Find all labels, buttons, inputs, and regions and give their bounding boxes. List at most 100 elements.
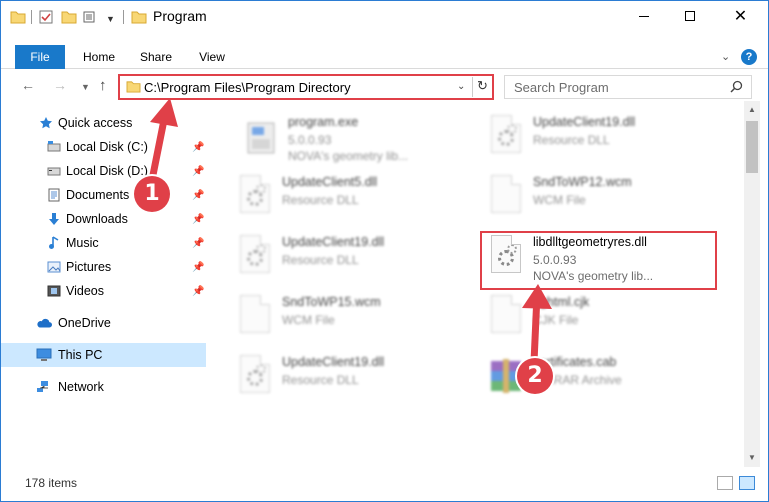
- documents-icon: [46, 187, 62, 203]
- item-count: 178 items: [25, 476, 78, 490]
- file-item[interactable]: program.exe 5.0.0.93 NOVA's geometry lib…: [236, 109, 468, 165]
- tab-home[interactable]: Home: [75, 45, 123, 69]
- pin-icon: 📌: [192, 261, 205, 273]
- large-icons-view-icon[interactable]: [739, 476, 755, 490]
- minimize-button[interactable]: [621, 1, 667, 31]
- sidebar-item-label: This PC: [58, 348, 103, 362]
- dll-icon: [234, 235, 276, 279]
- sidebar-item-videos[interactable]: Videos 📌: [1, 279, 206, 303]
- sidebar-item-label: Quick access: [58, 116, 133, 130]
- file-icon: [485, 295, 527, 339]
- file-item[interactable]: SndToWP12.wcm WCM File: [481, 169, 713, 225]
- file-item[interactable]: UpdateClient19.dll Resource DLL: [230, 229, 462, 285]
- file-name: SndToWP15.wcm: [282, 295, 381, 309]
- window-folder-icon: [131, 9, 147, 25]
- address-separator: [472, 77, 473, 97]
- music-icon: [46, 235, 62, 251]
- tab-file[interactable]: File: [15, 45, 65, 69]
- tab-view[interactable]: View: [189, 45, 235, 69]
- search-icon[interactable]: [730, 80, 743, 96]
- scrollbar-thumb[interactable]: [746, 121, 758, 173]
- pin-icon: 📌: [192, 237, 205, 249]
- file-name: UpdateClient5.dll: [282, 175, 378, 189]
- explorer-window: ▼ Program ✕ File Home Share View ⌄ ? ← →…: [0, 0, 769, 502]
- file-type: Resource DLL: [282, 193, 359, 207]
- file-item[interactable]: UpdateClient5.dll Resource DLL: [230, 169, 462, 225]
- rename-icon[interactable]: [83, 9, 99, 25]
- sidebar-item-label: Local Disk (D:): [66, 164, 148, 178]
- customize-toolbar-chevron-icon[interactable]: ▼: [106, 11, 115, 27]
- file-type: WCM File: [282, 313, 335, 327]
- search-box[interactable]: Search Program: [504, 75, 752, 99]
- sidebar-item-label: Videos: [66, 284, 104, 298]
- file-highlight-box: [480, 231, 717, 290]
- network-icon: [36, 379, 52, 395]
- sidebar-item-local-disk-d[interactable]: Local Disk (D:) 📌: [1, 159, 206, 183]
- file-icon: [234, 295, 276, 339]
- sidebar-item-downloads[interactable]: Downloads 📌: [1, 207, 206, 231]
- sidebar-item-label: Local Disk (C:): [66, 140, 148, 154]
- file-item[interactable]: certificates.cab WinRAR Archive: [481, 349, 713, 405]
- dll-icon: [234, 355, 276, 399]
- address-bar[interactable]: C:\Program Files\Program Directory ⌄ ↻: [118, 74, 494, 100]
- forward-arrow-icon[interactable]: →: [53, 77, 67, 97]
- sidebar-item-documents[interactable]: Documents 📌: [1, 183, 206, 207]
- drive-icon: [46, 163, 62, 179]
- file-type: Resource DLL: [533, 133, 610, 147]
- sidebar-item-music[interactable]: Music 📌: [1, 231, 206, 255]
- status-bar: 178 items: [1, 471, 768, 501]
- expand-ribbon-chevron-icon[interactable]: ⌄: [721, 50, 730, 63]
- pictures-icon: [46, 259, 62, 275]
- sidebar-item-network[interactable]: Network: [1, 375, 206, 399]
- file-type: Resource DLL: [282, 373, 359, 387]
- videos-icon: [46, 283, 62, 299]
- dll-icon: [234, 175, 276, 219]
- sidebar-item-quick-access[interactable]: Quick access: [1, 111, 206, 135]
- file-item[interactable]: UpdateClient19.dll Resource DLL: [481, 109, 713, 165]
- toolbar-separator: [123, 10, 124, 24]
- sidebar-item-pictures[interactable]: Pictures 📌: [1, 255, 206, 279]
- back-arrow-icon[interactable]: ←: [21, 77, 35, 97]
- sidebar-item-label: Network: [58, 380, 104, 394]
- maximize-button[interactable]: [667, 1, 713, 31]
- address-folder-icon: [126, 80, 141, 96]
- help-icon[interactable]: ?: [741, 49, 757, 65]
- scroll-up-arrow-icon[interactable]: ▲: [748, 105, 756, 114]
- file-type: Resource DLL: [282, 253, 359, 267]
- pin-icon: 📌: [192, 165, 205, 177]
- refresh-icon[interactable]: ↻: [477, 78, 488, 94]
- file-item[interactable]: SndToWP15.wcm WCM File: [230, 289, 462, 345]
- file-icon: [485, 175, 527, 219]
- new-folder-icon[interactable]: [61, 9, 77, 25]
- sidebar-item-local-disk-c[interactable]: Local Disk (C:) 📌: [1, 135, 206, 159]
- maximize-icon: [685, 11, 695, 21]
- sidebar-item-onedrive[interactable]: OneDrive: [1, 311, 206, 335]
- exe-icon: [240, 115, 282, 159]
- star-icon: [38, 115, 54, 131]
- pin-icon: 📌: [192, 213, 205, 225]
- address-dropdown-chevron-icon[interactable]: ⌄: [457, 81, 465, 92]
- sidebar-item-label: Music: [66, 236, 99, 250]
- file-item[interactable]: nghtml.cjk CJK File: [481, 289, 713, 345]
- file-type: CJK File: [533, 313, 579, 327]
- pin-icon: 📌: [192, 189, 205, 201]
- file-type: WCM File: [533, 193, 586, 207]
- scroll-down-arrow-icon[interactable]: ▼: [748, 453, 756, 462]
- properties-check-icon[interactable]: [39, 9, 53, 25]
- cloud-icon: [36, 315, 52, 331]
- recent-locations-chevron-icon[interactable]: ▼: [81, 82, 90, 102]
- search-placeholder[interactable]: Search Program: [514, 80, 609, 95]
- tab-share[interactable]: Share: [133, 45, 179, 69]
- address-path[interactable]: C:\Program Files\Program Directory: [144, 80, 351, 95]
- close-button[interactable]: ✕: [713, 1, 768, 31]
- file-name: SndToWP12.wcm: [533, 175, 632, 189]
- up-arrow-icon[interactable]: ↑: [99, 77, 107, 97]
- sidebar-item-this-pc[interactable]: This PC: [1, 343, 206, 367]
- vertical-scrollbar[interactable]: ▲ ▼: [744, 101, 760, 467]
- pin-icon: 📌: [192, 285, 205, 297]
- details-view-icon[interactable]: [717, 476, 733, 490]
- computer-icon: [36, 347, 52, 363]
- file-item[interactable]: UpdateClient19.dll Resource DLL: [230, 349, 462, 405]
- navigation-pane: Quick access Local Disk (C:) 📌 Local Dis…: [1, 109, 206, 465]
- window-title: Program: [153, 8, 207, 24]
